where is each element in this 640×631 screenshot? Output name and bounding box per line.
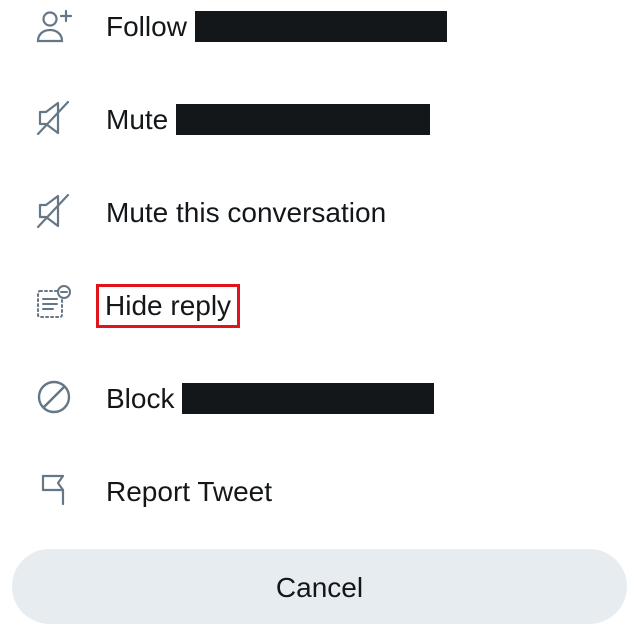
menu-item-mute-label: Mute	[106, 103, 169, 135]
menu-item-report-tweet[interactable]: Report Tweet	[0, 445, 640, 538]
flag-icon	[32, 468, 76, 512]
menu-item-follow-label: Follow	[106, 10, 187, 42]
redacted-username	[182, 383, 435, 414]
hide-reply-icon	[32, 282, 76, 326]
follow-user-icon	[32, 3, 76, 47]
menu-item-block-label: Block	[106, 382, 175, 414]
mute-icon	[32, 96, 76, 140]
cancel-button[interactable]: Cancel	[12, 549, 627, 624]
menu-item-block[interactable]: Block	[0, 352, 640, 445]
action-sheet: Follow Mute Mute this conversation Hide …	[0, 0, 640, 631]
block-icon	[32, 375, 76, 419]
menu-item-mute-conversation-label: Mute this conversation	[106, 196, 387, 228]
redacted-username	[176, 104, 431, 135]
menu-item-hide-reply-label: Hide reply	[95, 283, 241, 328]
redacted-username	[194, 11, 447, 42]
menu-item-hide-reply[interactable]: Hide reply	[0, 259, 640, 352]
mute-conversation-icon	[32, 189, 76, 233]
menu-item-report-tweet-label: Report Tweet	[106, 475, 273, 507]
menu-item-follow[interactable]: Follow	[0, 0, 640, 73]
menu-item-mute[interactable]: Mute	[0, 73, 640, 166]
menu-item-mute-conversation[interactable]: Mute this conversation	[0, 166, 640, 259]
